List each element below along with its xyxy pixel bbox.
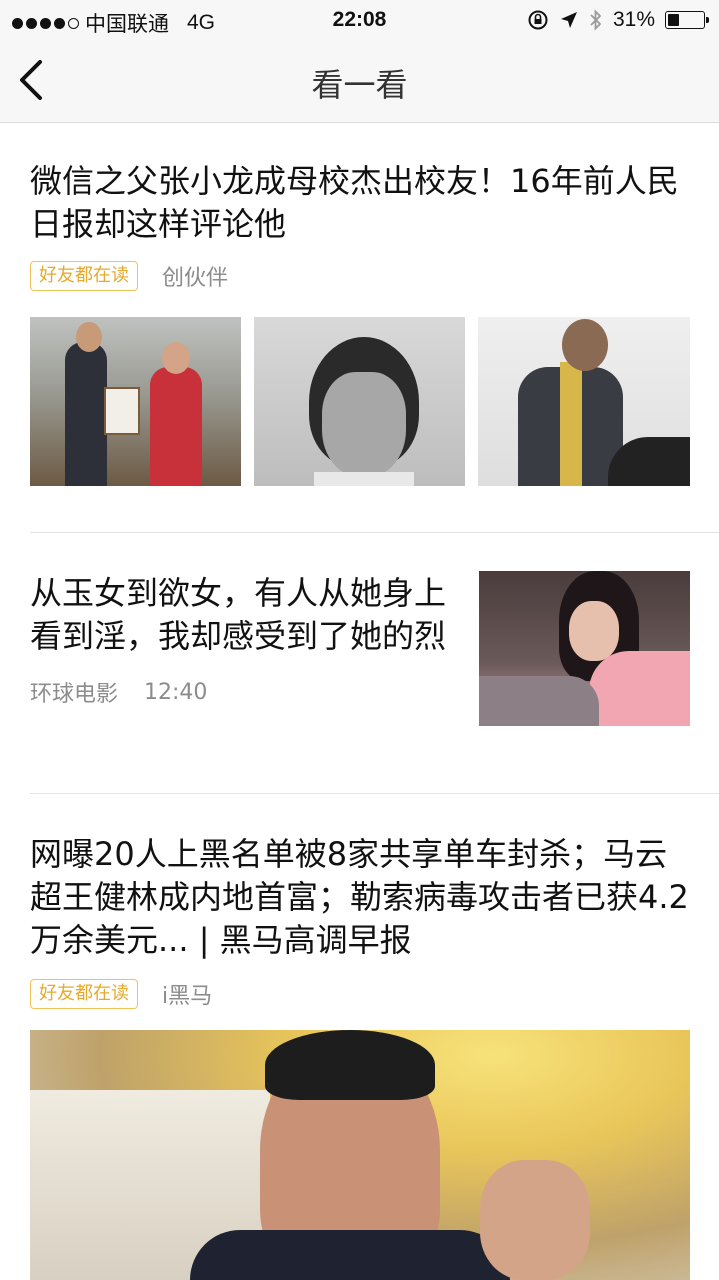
nav-bar: 看一看: [0, 40, 719, 123]
page-title: 看一看: [311, 66, 408, 104]
divider: [30, 532, 719, 533]
article-thumbnail[interactable]: [479, 571, 690, 726]
article-item[interactable]: 从玉女到欲女，有人从她身上看到淫，我却感受到了她的烈 环球电影 12:40: [30, 572, 460, 708]
friends-reading-badge: 好友都在读: [30, 261, 138, 291]
article-title[interactable]: 微信之父张小龙成母校杰出校友！16年前人民日报却这样评论他: [30, 160, 692, 246]
article-item[interactable]: 微信之父张小龙成母校杰出校友！16年前人民日报却这样评论他 好友都在读 创伙伴: [30, 160, 692, 292]
article-source: 环球电影: [30, 682, 119, 707]
article-title[interactable]: 网曝20人上黑名单被8家共享单车封杀；马云超王健林成内地首富；勒索病毒攻击者已获…: [30, 833, 692, 962]
bluetooth-icon: [590, 9, 602, 31]
rotation-lock-icon: [528, 10, 548, 30]
status-bar: 中国联通 4G 22:08 31%: [0, 0, 719, 40]
article-source: 创伙伴: [162, 266, 229, 291]
article-thumbnail[interactable]: [478, 317, 690, 486]
friends-reading-badge: 好友都在读: [30, 979, 138, 1009]
article-thumbnail[interactable]: [30, 317, 241, 486]
battery-percent: 31%: [612, 8, 655, 31]
location-icon: [560, 12, 577, 28]
article-source: i黑马: [162, 984, 213, 1009]
article-thumbnail[interactable]: [254, 317, 465, 486]
article-cover-image[interactable]: [30, 1030, 690, 1280]
article-time: 12:40: [144, 679, 208, 705]
divider: [30, 793, 719, 794]
article-title[interactable]: 从玉女到欲女，有人从她身上看到淫，我却感受到了她的烈: [30, 572, 460, 658]
battery-icon: [665, 11, 709, 29]
article-item[interactable]: 网曝20人上黑名单被8家共享单车封杀；马云超王健林成内地首富；勒索病毒攻击者已获…: [30, 833, 692, 1010]
